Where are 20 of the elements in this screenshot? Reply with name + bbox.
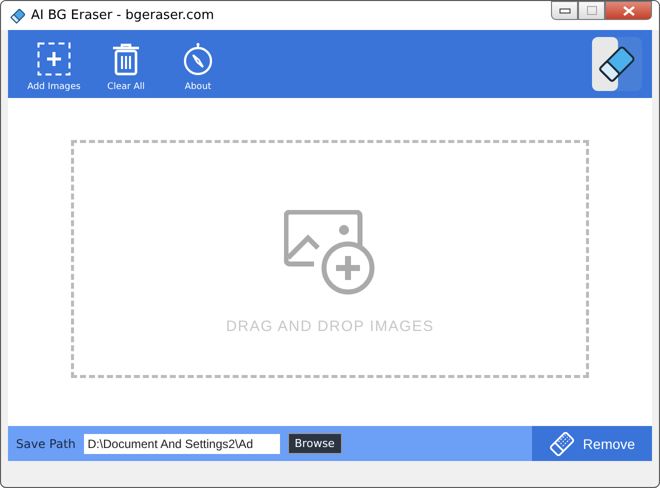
close-icon xyxy=(622,6,634,16)
minimize-button[interactable] xyxy=(551,1,578,20)
maximize-button[interactable] xyxy=(578,1,605,20)
save-path-field[interactable]: D:\Document And Settings2\Ad xyxy=(84,434,280,454)
toolbar-button[interactable]: Add Images xyxy=(22,36,86,92)
add-icon xyxy=(37,42,71,76)
browse-button[interactable]: Browse xyxy=(288,433,342,454)
eraser-icon xyxy=(548,432,575,456)
save-path-label: Save Path xyxy=(16,436,76,450)
window-title: AI BG Eraser - bgeraser.com xyxy=(31,8,214,23)
compass-icon xyxy=(182,42,214,76)
eraser-logo-icon xyxy=(592,37,642,91)
close-button[interactable] xyxy=(605,1,652,20)
minimize-icon xyxy=(558,8,570,14)
maximize-icon xyxy=(586,6,596,15)
add-image-icon xyxy=(284,210,376,296)
remove-button[interactable]: Remove xyxy=(532,426,652,461)
toolbar-button[interactable]: Clear All xyxy=(94,36,158,92)
trash-icon xyxy=(111,42,141,76)
toolbar-button[interactable]: About xyxy=(166,36,230,92)
